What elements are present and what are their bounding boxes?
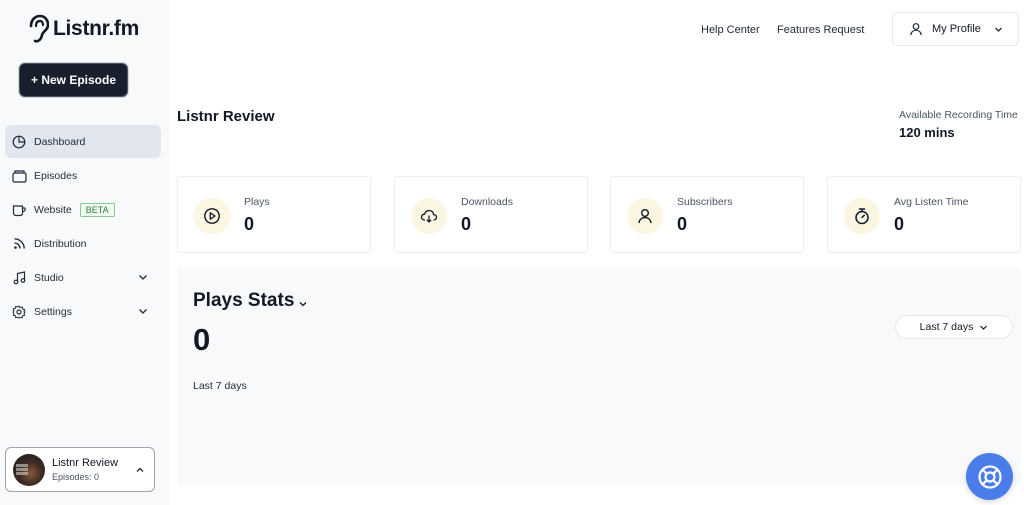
chevron-down-icon [139, 275, 147, 280]
user-icon [627, 198, 663, 234]
sidebar-item-distribution[interactable]: Distribution [5, 227, 161, 260]
stat-card-downloads: Downloads 0 [394, 176, 588, 253]
ear-logo-icon [29, 14, 49, 43]
chevron-down-icon [299, 302, 307, 307]
sidebar-item-website[interactable]: Website BETA [5, 193, 161, 226]
chevron-up-icon [136, 467, 144, 472]
stat-card-plays: Plays 0 [177, 176, 371, 253]
podcast-title: Listnr Review [52, 457, 119, 469]
sidebar-item-label: Distribution [34, 237, 87, 250]
stat-card-avg-listen-time: Avg Listen Time 0 [827, 176, 1021, 253]
logo[interactable]: Listnr.fm [27, 14, 139, 44]
cloud-download-icon [411, 198, 447, 234]
podcast-switcher[interactable]: Listnr Review Episodes: 0 [5, 447, 155, 492]
play-circle-icon [194, 198, 230, 234]
rss-icon [11, 236, 27, 252]
help-support-button[interactable] [966, 453, 1013, 500]
plays-stats-panel: Plays Stats 0 Last 7 days Last 7 days [177, 269, 1021, 485]
mug-icon [11, 202, 27, 218]
stat-label: Downloads [461, 196, 513, 208]
date-range-label: Last 7 days [919, 321, 974, 333]
chevron-down-icon [139, 309, 147, 314]
pie-chart-icon [11, 134, 27, 150]
lifebuoy-icon [977, 464, 1002, 489]
profile-label: My Profile [932, 23, 981, 35]
new-episode-button[interactable]: + New Episode [19, 63, 128, 97]
plays-stats-period: Last 7 days [193, 380, 247, 392]
brand-name: Listnr.fm [53, 17, 139, 40]
stat-value: 0 [894, 214, 905, 234]
my-profile-button[interactable]: My Profile [892, 12, 1019, 46]
stat-value: 0 [677, 214, 688, 234]
date-range-dropdown[interactable]: Last 7 days [895, 315, 1013, 339]
plays-stats-value: 0 [193, 322, 211, 357]
sidebar-item-label: Studio [34, 271, 64, 284]
gear-icon [11, 304, 27, 320]
podcast-avatar [13, 453, 45, 486]
plays-stats-metric-selector[interactable]: Plays Stats [193, 290, 308, 312]
help-center-link[interactable]: Help Center [701, 24, 760, 36]
stat-label: Avg Listen Time [894, 196, 969, 208]
features-request-link[interactable]: Features Request [777, 24, 864, 36]
stopwatch-icon [844, 198, 880, 234]
stat-label: Subscribers [677, 196, 733, 208]
sidebar-item-label: Website [34, 203, 72, 216]
recording-time-label: Available Recording Time [899, 109, 1018, 121]
sidebar: Listnr.fm + New Episode Dashboard Episod… [0, 0, 169, 505]
sidebar-item-studio[interactable]: Studio [5, 261, 161, 294]
podcast-episode-count: Episodes: 0 [52, 472, 100, 482]
sidebar-item-settings[interactable]: Settings [5, 295, 161, 328]
sidebar-nav: Dashboard Episodes Website BETA Distribu… [5, 125, 161, 329]
page-title: Listnr Review [177, 108, 275, 125]
chevron-down-icon [980, 325, 988, 330]
sidebar-item-episodes[interactable]: Episodes [5, 159, 161, 192]
recording-time-value: 120 mins [899, 125, 955, 140]
folder-icon [11, 168, 27, 184]
stat-label: Plays [244, 196, 270, 208]
stat-value: 0 [461, 214, 472, 234]
plays-stats-title: Plays Stats [193, 290, 295, 311]
sidebar-item-dashboard[interactable]: Dashboard [5, 125, 161, 158]
stat-card-subscribers: Subscribers 0 [610, 176, 804, 253]
music-note-icon [11, 270, 27, 286]
stat-value: 0 [244, 214, 255, 234]
sidebar-item-label: Episodes [34, 169, 78, 182]
sidebar-item-label: Settings [34, 305, 72, 318]
sidebar-item-label: Dashboard [34, 135, 86, 148]
beta-badge: BETA [79, 202, 115, 217]
user-icon [910, 23, 922, 36]
chevron-down-icon [995, 27, 1002, 32]
